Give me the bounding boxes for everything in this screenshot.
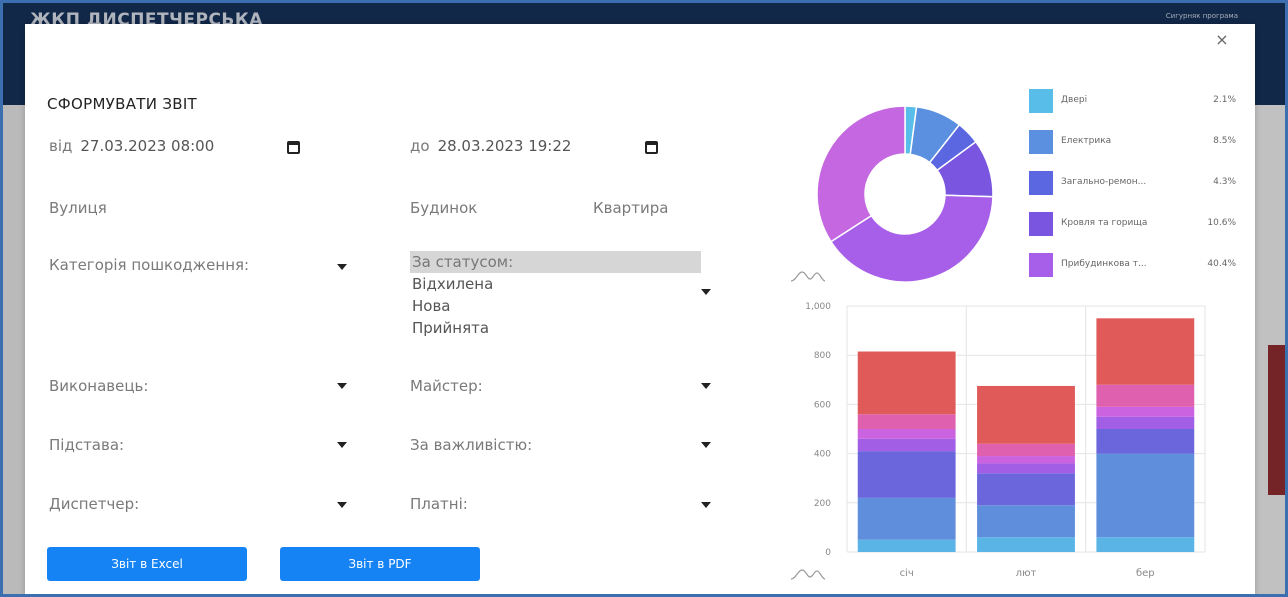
executor-select[interactable]: Виконавець: [49,377,148,395]
y-tick-label: 400 [814,450,831,460]
pdf-report-button[interactable]: Звіт в PDF [280,547,480,581]
calendar-icon[interactable] [287,141,300,154]
x-tick-label: лют [1016,568,1037,579]
bar-segment[interactable] [857,497,956,540]
date-from-value[interactable]: 27.03.2023 08:00 [80,137,214,155]
date-to-label: до [410,137,430,155]
legend-swatch [1029,89,1053,113]
chart-toggle-icon[interactable] [790,270,826,282]
status-option[interactable]: Прийнята [410,317,701,339]
y-tick-label: 1,000 [805,302,831,312]
bar-segment[interactable] [977,456,1075,464]
legend-percent: 4.3% [1213,177,1236,187]
legend-swatch [1029,253,1053,277]
y-tick-label: 800 [814,351,831,361]
bar-segment[interactable] [857,351,956,415]
legend-percent: 2.1% [1213,95,1236,105]
bar-segment[interactable] [977,537,1075,552]
legend-label: Двері [1061,95,1088,105]
chevron-down-icon[interactable] [337,442,347,448]
y-tick-label: 600 [814,400,831,410]
bar-segment[interactable] [1096,537,1195,552]
legend-item[interactable]: Прибудинкова т... 40.4% [1029,253,1244,294]
legend-label: Електрика [1061,136,1112,146]
bar-segment[interactable] [857,414,956,429]
bar-segment[interactable] [977,505,1075,538]
chevron-down-icon[interactable] [337,383,347,389]
dispatcher-select[interactable]: Диспетчер: [49,495,139,513]
bar-segment[interactable] [1096,429,1195,454]
calendar-icon[interactable] [645,141,658,154]
date-to-field[interactable]: до 28.03.2023 19:22 [410,137,571,155]
bar-segment[interactable] [977,463,1075,474]
bar-segment[interactable] [857,438,956,452]
status-option[interactable]: Відхилена [410,273,701,295]
master-select[interactable]: Майстер: [410,377,483,395]
chevron-down-icon[interactable] [337,264,347,270]
date-to-value[interactable]: 28.03.2023 19:22 [438,137,572,155]
y-tick-label: 0 [825,548,831,558]
legend-percent: 10.6% [1207,218,1236,228]
legend-label: Прибудинкова т... [1061,259,1147,269]
bar-segment[interactable] [1096,384,1195,407]
x-tick-label: січ [900,567,914,579]
legend-swatch [1029,171,1053,195]
legend-item[interactable]: Загально-ремон... 4.3% [1029,171,1244,212]
building-field[interactable]: Будинок [410,199,477,217]
legend-item[interactable]: Електрика 8.5% [1029,130,1244,171]
apartment-field[interactable]: Квартира [593,199,668,217]
chevron-down-icon[interactable] [701,289,711,295]
bar-segment[interactable] [1096,318,1195,385]
donut-chart [816,105,994,283]
close-button[interactable]: × [1212,30,1232,50]
bar-segment[interactable] [977,385,1075,444]
chart-legend: Двері 2.1% Електрика 8.5% Загально-ремон… [1029,89,1244,294]
bar-segment[interactable] [977,473,1075,506]
x-tick-label: бер [1136,568,1155,579]
status-select-header: За статусом: [410,251,701,273]
legend-percent: 8.5% [1213,136,1236,146]
legend-label: Кровля та горища [1061,218,1148,228]
bar-segment[interactable] [857,539,956,552]
bar-segment[interactable] [857,429,956,439]
bar-segment[interactable] [1096,406,1195,417]
damage-category-select[interactable]: Категорія пошкодження: [49,256,249,274]
legend-label: Загально-ремон... [1061,177,1147,187]
bar-segment[interactable] [977,443,1075,457]
report-modal: × СФОРМУВАТИ ЗВІТ від 27.03.2023 08:00 д… [25,24,1255,597]
bar-segment[interactable] [857,451,956,498]
bar-segment[interactable] [1096,453,1195,538]
paid-select[interactable]: Платні: [410,495,468,513]
chevron-down-icon[interactable] [337,502,347,508]
legend-item[interactable]: Кровля та горища 10.6% [1029,212,1244,253]
bar-segment[interactable] [1096,416,1195,429]
date-from-field[interactable]: від 27.03.2023 08:00 [49,137,214,155]
legend-swatch [1029,212,1053,236]
donut-slice[interactable] [816,105,906,243]
basis-select[interactable]: Підстава: [49,436,124,454]
date-from-label: від [49,137,73,155]
status-option[interactable]: Нова [410,295,701,317]
legend-item[interactable]: Двері 2.1% [1029,89,1244,130]
importance-select[interactable]: За важливістю: [410,436,532,454]
street-field[interactable]: Вулиця [49,199,107,217]
modal-title: СФОРМУВАТИ ЗВІТ [47,95,198,113]
chevron-down-icon[interactable] [701,442,711,448]
stacked-bar-chart: 0 200 400 600 800 1,000 січ лют бер [805,302,1206,579]
status-select[interactable]: За статусом: Відхилена Нова Прийнята [410,251,701,343]
legend-swatch [1029,130,1053,154]
legend-percent: 40.4% [1207,259,1236,269]
y-tick-label: 200 [814,499,831,509]
chevron-down-icon[interactable] [701,502,711,508]
chevron-down-icon[interactable] [701,383,711,389]
excel-report-button[interactable]: Звіт в Excel [47,547,247,581]
